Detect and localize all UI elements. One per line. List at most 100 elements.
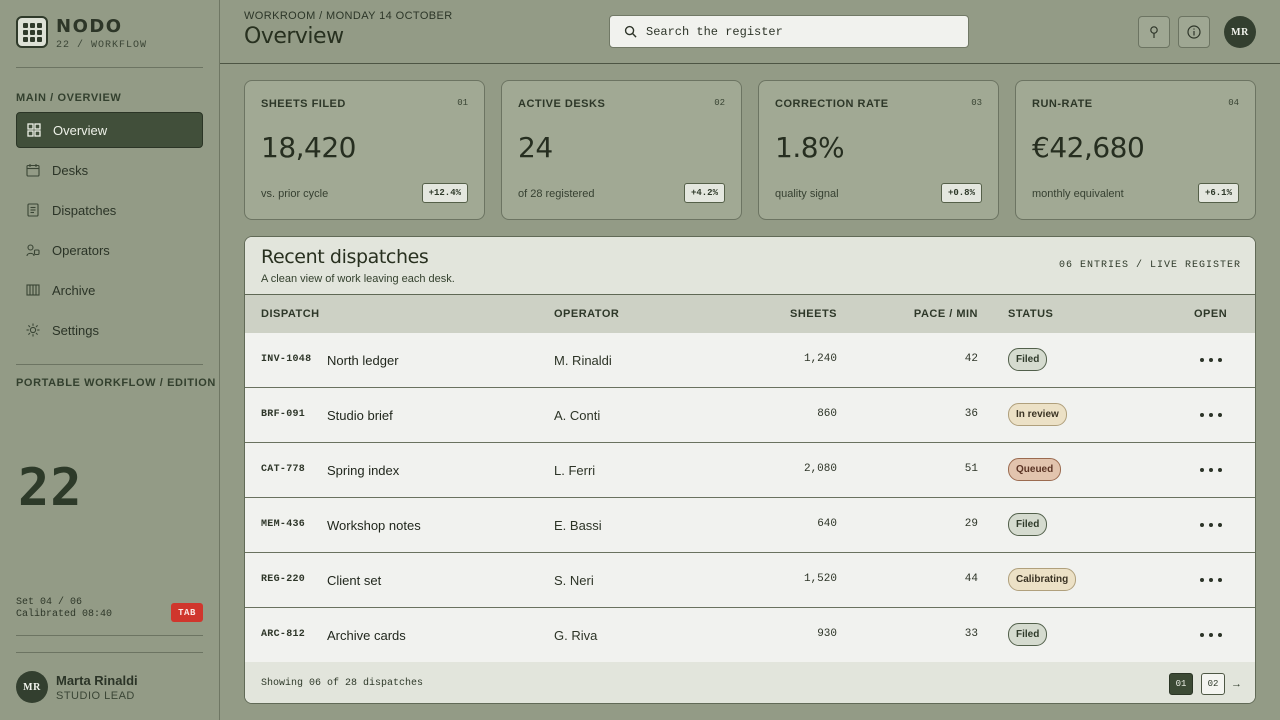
stat-note: quality signal — [775, 188, 839, 200]
operator-name: G. Riva — [554, 628, 598, 643]
tab-badge[interactable]: TAB — [171, 603, 203, 622]
table-row[interactable]: ARC-812 Archive cards G. Riva 930 33 Fil… — [245, 608, 1255, 662]
archive-icon — [26, 283, 40, 297]
stat-delta-badge: +4.2% — [683, 183, 725, 203]
pace-value: 42 — [964, 353, 978, 365]
stat-index: 04 — [1228, 98, 1239, 108]
stat-delta-badge: +6.1% — [1197, 183, 1239, 203]
search-input[interactable] — [646, 24, 946, 39]
column-header-sheets[interactable]: SHEETS — [790, 308, 837, 320]
edition-number: 22 — [18, 458, 83, 518]
pace-value: 44 — [964, 573, 978, 585]
pin-icon — [1150, 26, 1158, 38]
sidebar-item-label: Overview — [53, 122, 108, 138]
stat-card-sheets-filed: SHEETS FILED 01 18,420 vs. prior cycle +… — [244, 80, 485, 220]
stat-index: 03 — [971, 98, 982, 108]
status-badge: Queued — [1008, 458, 1062, 481]
stat-note: of 28 registered — [518, 188, 595, 200]
app-grid-icon[interactable] — [16, 16, 48, 48]
users-icon — [26, 243, 40, 257]
column-header-operator[interactable]: OPERATOR — [554, 308, 619, 320]
stat-card-correction-rate: CORRECTION RATE 03 1.8% quality signal +… — [758, 80, 999, 220]
operator-name: A. Conti — [554, 408, 601, 423]
panel-footer: Showing 06 of 28 dispatches 01 02 → — [245, 662, 1255, 703]
operator-name: S. Neri — [554, 573, 594, 588]
table-row[interactable]: CAT-778 Spring index L. Ferri 2,080 51 Q… — [245, 443, 1255, 498]
brand-subtitle: 22 / WORKFLOW — [56, 40, 148, 51]
more-options-icon[interactable] — [1200, 633, 1222, 639]
document-icon — [26, 203, 40, 217]
sidebar-item-label: Archive — [52, 282, 96, 298]
sidebar-divider — [16, 652, 203, 653]
status-badge: Calibrating — [1008, 568, 1077, 591]
table-row[interactable]: REG-220 Client set S. Neri 1,520 44 Cali… — [245, 553, 1255, 608]
set-line: Set 04 / 06 — [16, 597, 83, 608]
dispatch-code: REG-220 — [261, 574, 306, 585]
sheets-count: 640 — [817, 518, 837, 530]
stat-note: vs. prior cycle — [261, 188, 329, 200]
dispatch-name: Workshop notes — [327, 518, 421, 533]
more-options-icon[interactable] — [1200, 358, 1222, 364]
sidebar-item-archive[interactable]: Archive — [16, 272, 203, 308]
operator-name: L. Ferri — [554, 463, 596, 478]
dispatch-name: Spring index — [327, 463, 400, 478]
table-row[interactable]: MEM-436 Workshop notes E. Bassi 640 29 F… — [245, 498, 1255, 553]
sidebar-item-operators[interactable]: Operators — [16, 232, 203, 268]
page-button-1[interactable]: 01 — [1169, 673, 1193, 695]
table-row[interactable]: INV-1048 North ledger M. Rinaldi 1,240 4… — [245, 333, 1255, 388]
dispatch-name: Studio brief — [327, 408, 393, 423]
dispatch-name: North ledger — [327, 353, 399, 368]
column-header-pace[interactable]: PACE / MIN — [914, 308, 978, 320]
dispatch-code: INV-1048 — [261, 354, 312, 365]
sidebar-item-desks[interactable]: Desks — [16, 152, 203, 188]
table-row[interactable]: BRF-091 Studio brief A. Conti 860 36 In … — [245, 388, 1255, 443]
sidebar: NODO 22 / WORKFLOW MAIN / OVERVIEW Overv… — [0, 0, 220, 720]
stat-card-run-rate: RUN-RATE 04 €42,680 monthly equivalent +… — [1015, 80, 1256, 220]
user-name: Marta Rinaldi — [56, 672, 138, 688]
next-page-arrow-icon[interactable]: → — [1231, 678, 1242, 690]
page-button-2[interactable]: 02 — [1201, 673, 1225, 695]
more-options-icon[interactable] — [1200, 578, 1222, 584]
info-icon — [1187, 25, 1201, 39]
page-title: Overview — [244, 24, 344, 49]
sidebar-item-dispatches[interactable]: Dispatches — [16, 192, 203, 228]
pin-button[interactable] — [1138, 16, 1170, 48]
pace-value: 33 — [964, 628, 978, 640]
user-profile[interactable]: MR Marta Rinaldi STUDIO LEAD — [16, 671, 138, 703]
pace-value: 36 — [964, 408, 978, 420]
column-header-dispatch[interactable]: DISPATCH — [261, 308, 320, 320]
dispatch-code: BRF-091 — [261, 409, 306, 420]
sidebar-section-main: MAIN / OVERVIEW — [16, 92, 122, 104]
column-header-status[interactable]: STATUS — [1008, 308, 1053, 320]
sidebar-section-edition: PORTABLE WORKFLOW / EDITION — [16, 377, 216, 389]
stat-index: 02 — [714, 98, 725, 108]
info-button[interactable] — [1178, 16, 1210, 48]
pace-value: 29 — [964, 518, 978, 530]
dispatch-code: MEM-436 — [261, 519, 306, 530]
calibrated-line: Calibrated 08:40 — [16, 609, 113, 620]
pagination-summary: Showing 06 of 28 dispatches — [261, 678, 424, 689]
status-badge: In review — [1008, 403, 1067, 426]
sheets-count: 2,080 — [803, 463, 837, 475]
calibration-info: Set 04 / 06 Calibrated 08:40 — [16, 597, 112, 621]
status-badge: Filed — [1008, 513, 1048, 536]
panel-title: Recent dispatches — [261, 246, 429, 268]
stat-note: monthly equivalent — [1032, 188, 1124, 200]
more-options-icon[interactable] — [1200, 468, 1222, 474]
stat-value: 18,420 — [261, 131, 356, 164]
sidebar-item-overview[interactable]: Overview — [16, 112, 203, 148]
brand: NODO 22 / WORKFLOW — [16, 16, 147, 51]
more-options-icon[interactable] — [1200, 523, 1222, 529]
stat-index: 01 — [457, 98, 468, 108]
dispatch-name: Client set — [327, 573, 382, 588]
header: WORKROOM / MONDAY 14 OCTOBER Overview MR — [220, 0, 1280, 64]
brand-name: NODO — [56, 16, 123, 37]
stat-label: SHEETS FILED — [261, 98, 346, 110]
dispatch-code: CAT-778 — [261, 464, 306, 475]
more-options-icon[interactable] — [1200, 413, 1222, 419]
search-bar[interactable] — [609, 15, 969, 48]
sidebar-item-settings[interactable]: Settings — [16, 312, 203, 348]
header-avatar[interactable]: MR — [1224, 16, 1256, 48]
sheets-count: 860 — [817, 408, 837, 420]
sidebar-divider — [16, 364, 203, 365]
